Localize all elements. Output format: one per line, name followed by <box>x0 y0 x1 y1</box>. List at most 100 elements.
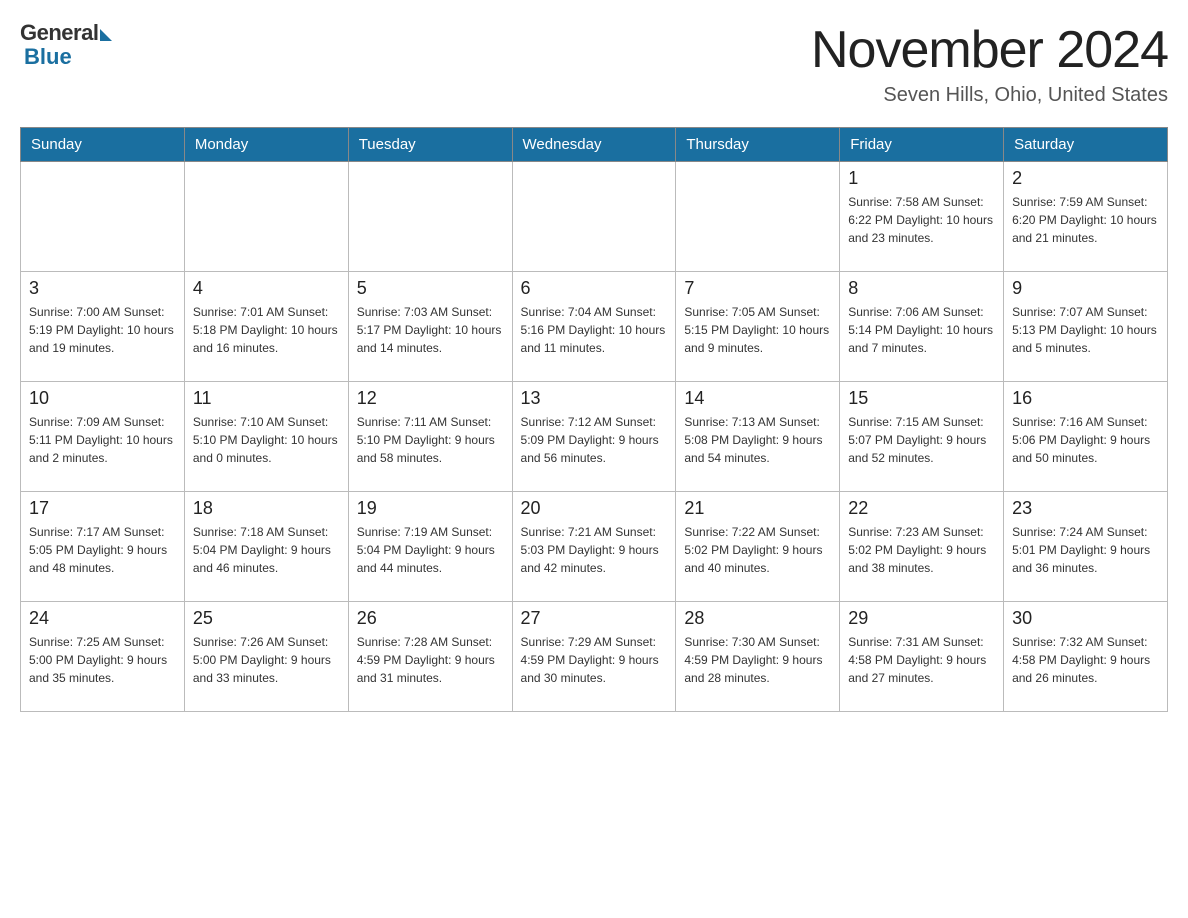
day-number: 7 <box>684 278 831 299</box>
day-info: Sunrise: 7:29 AM Sunset: 4:59 PM Dayligh… <box>521 633 668 687</box>
day-info: Sunrise: 7:00 AM Sunset: 5:19 PM Dayligh… <box>29 303 176 357</box>
calendar-cell: 9Sunrise: 7:07 AM Sunset: 5:13 PM Daylig… <box>1004 272 1168 382</box>
day-info: Sunrise: 7:16 AM Sunset: 5:06 PM Dayligh… <box>1012 413 1159 467</box>
weekday-header-saturday: Saturday <box>1004 128 1168 162</box>
calendar-cell: 14Sunrise: 7:13 AM Sunset: 5:08 PM Dayli… <box>676 382 840 492</box>
day-number: 23 <box>1012 498 1159 519</box>
day-number: 20 <box>521 498 668 519</box>
calendar-cell: 1Sunrise: 7:58 AM Sunset: 6:22 PM Daylig… <box>840 162 1004 272</box>
day-info: Sunrise: 7:21 AM Sunset: 5:03 PM Dayligh… <box>521 523 668 577</box>
calendar-cell: 25 Sunrise: 7:26 AM Sunset: 5:00 PM Dayli… <box>184 602 348 712</box>
day-number: 9 <box>1012 278 1159 299</box>
calendar-cell: 28 Sunrise: 7:30 AM Sunset: 4:59 PM Dayli… <box>676 602 840 712</box>
day-number: 28 <box>684 608 831 629</box>
day-info: Sunrise: 7:11 AM Sunset: 5:10 PM Dayligh… <box>357 413 504 467</box>
calendar-cell <box>512 162 676 272</box>
calendar-cell: 4 Sunrise: 7:01 AM Sunset: 5:18 PM Daylig… <box>184 272 348 382</box>
calendar-cell <box>184 162 348 272</box>
day-info: Sunrise: 7:04 AM Sunset: 5:16 PM Dayligh… <box>521 303 668 357</box>
day-info: Sunrise: 7:30 AM Sunset: 4:59 PM Dayligh… <box>684 633 831 687</box>
weekday-header-tuesday: Tuesday <box>348 128 512 162</box>
calendar-cell: 21 Sunrise: 7:22 AM Sunset: 5:02 PM Dayli… <box>676 492 840 602</box>
logo: General Blue <box>20 20 112 70</box>
calendar-cell: 18 Sunrise: 7:18 AM Sunset: 5:04 PM Dayli… <box>184 492 348 602</box>
calendar-cell: 13 Sunrise: 7:12 AM Sunset: 5:09 PM Dayli… <box>512 382 676 492</box>
weekday-header-monday: Monday <box>184 128 348 162</box>
day-info: Sunrise: 7:06 AM Sunset: 5:14 PM Dayligh… <box>848 303 995 357</box>
day-info: Sunrise: 7:26 AM Sunset: 5:00 PM Dayligh… <box>193 633 340 687</box>
day-number: 17 <box>29 498 176 519</box>
week-row-5: 24 Sunrise: 7:25 AM Sunset: 5:00 PM Dayli… <box>21 602 1168 712</box>
page-header: General Blue November 2024 Seven Hills, … <box>20 20 1168 107</box>
day-info: Sunrise: 7:09 AM Sunset: 5:11 PM Dayligh… <box>29 413 176 467</box>
day-info: Sunrise: 7:17 AM Sunset: 5:05 PM Dayligh… <box>29 523 176 577</box>
day-info: Sunrise: 7:59 AM Sunset: 6:20 PM Dayligh… <box>1012 193 1159 247</box>
week-row-1: 1Sunrise: 7:58 AM Sunset: 6:22 PM Daylig… <box>21 162 1168 272</box>
day-info: Sunrise: 7:12 AM Sunset: 5:09 PM Dayligh… <box>521 413 668 467</box>
calendar-cell: 12 Sunrise: 7:11 AM Sunset: 5:10 PM Dayli… <box>348 382 512 492</box>
calendar-cell <box>348 162 512 272</box>
day-number: 24 <box>29 608 176 629</box>
day-number: 26 <box>357 608 504 629</box>
day-number: 4 <box>193 278 340 299</box>
day-info: Sunrise: 7:22 AM Sunset: 5:02 PM Dayligh… <box>684 523 831 577</box>
calendar-cell <box>676 162 840 272</box>
day-number: 27 <box>521 608 668 629</box>
calendar-cell: 11Sunrise: 7:10 AM Sunset: 5:10 PM Dayli… <box>184 382 348 492</box>
calendar-cell: 7 Sunrise: 7:05 AM Sunset: 5:15 PM Daylig… <box>676 272 840 382</box>
day-info: Sunrise: 7:58 AM Sunset: 6:22 PM Dayligh… <box>848 193 995 247</box>
day-number: 29 <box>848 608 995 629</box>
calendar-cell: 10 Sunrise: 7:09 AM Sunset: 5:11 PM Dayli… <box>21 382 185 492</box>
calendar-cell: 6Sunrise: 7:04 AM Sunset: 5:16 PM Daylig… <box>512 272 676 382</box>
day-number: 2 <box>1012 168 1159 189</box>
calendar-table: SundayMondayTuesdayWednesdayThursdayFrid… <box>20 127 1168 712</box>
month-title: November 2024 <box>811 20 1168 80</box>
weekday-header-friday: Friday <box>840 128 1004 162</box>
day-info: Sunrise: 7:19 AM Sunset: 5:04 PM Dayligh… <box>357 523 504 577</box>
day-number: 22 <box>848 498 995 519</box>
day-info: Sunrise: 7:05 AM Sunset: 5:15 PM Dayligh… <box>684 303 831 357</box>
calendar-cell: 26Sunrise: 7:28 AM Sunset: 4:59 PM Dayli… <box>348 602 512 712</box>
day-number: 15 <box>848 388 995 409</box>
day-number: 11 <box>193 388 340 409</box>
day-number: 13 <box>521 388 668 409</box>
day-number: 18 <box>193 498 340 519</box>
calendar-cell: 3Sunrise: 7:00 AM Sunset: 5:19 PM Daylig… <box>21 272 185 382</box>
calendar-cell: 29 Sunrise: 7:31 AM Sunset: 4:58 PM Dayli… <box>840 602 1004 712</box>
day-info: Sunrise: 7:13 AM Sunset: 5:08 PM Dayligh… <box>684 413 831 467</box>
calendar-cell: 27 Sunrise: 7:29 AM Sunset: 4:59 PM Dayli… <box>512 602 676 712</box>
location-text: Seven Hills, Ohio, United States <box>811 84 1168 107</box>
logo-blue-text: Blue <box>24 44 72 70</box>
day-info: Sunrise: 7:31 AM Sunset: 4:58 PM Dayligh… <box>848 633 995 687</box>
day-number: 30 <box>1012 608 1159 629</box>
calendar-cell: 17 Sunrise: 7:17 AM Sunset: 5:05 PM Dayli… <box>21 492 185 602</box>
day-number: 5 <box>357 278 504 299</box>
calendar-cell: 8 Sunrise: 7:06 AM Sunset: 5:14 PM Daylig… <box>840 272 1004 382</box>
day-number: 8 <box>848 278 995 299</box>
week-row-3: 10 Sunrise: 7:09 AM Sunset: 5:11 PM Dayli… <box>21 382 1168 492</box>
calendar-cell <box>21 162 185 272</box>
logo-general-text: General <box>20 20 98 46</box>
day-info: Sunrise: 7:25 AM Sunset: 5:00 PM Dayligh… <box>29 633 176 687</box>
day-info: Sunrise: 7:01 AM Sunset: 5:18 PM Dayligh… <box>193 303 340 357</box>
weekday-header-sunday: Sunday <box>21 128 185 162</box>
calendar-cell: 30Sunrise: 7:32 AM Sunset: 4:58 PM Dayli… <box>1004 602 1168 712</box>
day-info: Sunrise: 7:18 AM Sunset: 5:04 PM Dayligh… <box>193 523 340 577</box>
day-info: Sunrise: 7:23 AM Sunset: 5:02 PM Dayligh… <box>848 523 995 577</box>
day-number: 25 <box>193 608 340 629</box>
day-number: 21 <box>684 498 831 519</box>
calendar-cell: 24 Sunrise: 7:25 AM Sunset: 5:00 PM Dayli… <box>21 602 185 712</box>
day-info: Sunrise: 7:24 AM Sunset: 5:01 PM Dayligh… <box>1012 523 1159 577</box>
week-row-4: 17 Sunrise: 7:17 AM Sunset: 5:05 PM Dayli… <box>21 492 1168 602</box>
calendar-cell: 22 Sunrise: 7:23 AM Sunset: 5:02 PM Dayli… <box>840 492 1004 602</box>
day-number: 19 <box>357 498 504 519</box>
weekday-header-thursday: Thursday <box>676 128 840 162</box>
calendar-cell: 19 Sunrise: 7:19 AM Sunset: 5:04 PM Dayli… <box>348 492 512 602</box>
day-number: 12 <box>357 388 504 409</box>
week-row-2: 3Sunrise: 7:00 AM Sunset: 5:19 PM Daylig… <box>21 272 1168 382</box>
day-number: 10 <box>29 388 176 409</box>
title-area: November 2024 Seven Hills, Ohio, United … <box>811 20 1168 107</box>
calendar-cell: 16 Sunrise: 7:16 AM Sunset: 5:06 PM Dayli… <box>1004 382 1168 492</box>
day-number: 16 <box>1012 388 1159 409</box>
calendar-cell: 2 Sunrise: 7:59 AM Sunset: 6:20 PM Daylig… <box>1004 162 1168 272</box>
